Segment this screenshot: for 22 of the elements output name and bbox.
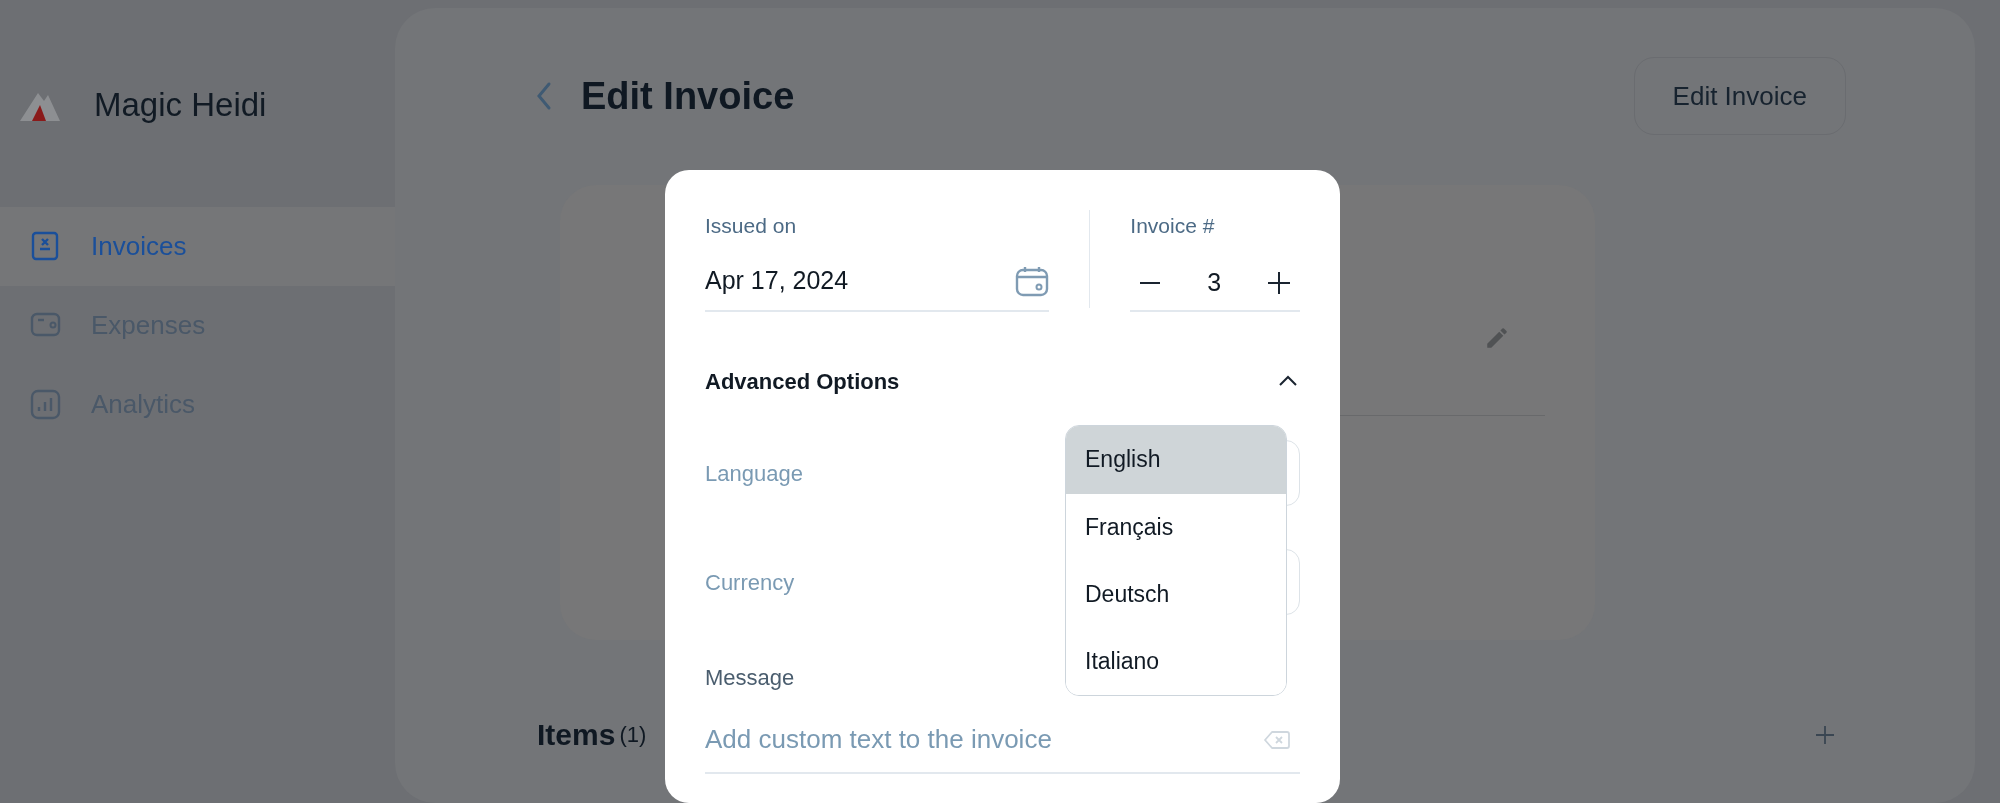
brand-name: Magic Heidi <box>94 85 267 126</box>
invoice-receipt-icon <box>30 231 61 262</box>
clear-input-icon[interactable] <box>1264 729 1290 750</box>
invoice-number-label: Invoice # <box>1130 213 1216 239</box>
invoice-number-value[interactable]: 3 <box>1207 263 1222 302</box>
pencil-icon[interactable] <box>1484 325 1510 351</box>
advanced-options-toggle[interactable]: Advanced Options <box>705 364 1300 398</box>
minus-icon[interactable] <box>1140 280 1161 285</box>
date-field[interactable]: Apr 17, 2024 <box>705 255 1050 312</box>
field-label: Currency <box>705 568 795 597</box>
bar-chart-icon <box>30 389 61 420</box>
items-heading: Items <box>537 717 616 753</box>
add-icon[interactable] <box>1815 724 1835 745</box>
plus-icon[interactable] <box>1268 271 1290 294</box>
calendar-icon[interactable] <box>1015 264 1050 297</box>
field-label: Language <box>705 459 803 488</box>
items-count: (1) <box>619 721 647 749</box>
dropdown-option[interactable]: English <box>1066 425 1286 494</box>
message-input[interactable]: Add custom text to the invoice <box>705 720 1264 759</box>
back-chevron-icon[interactable] <box>535 81 553 111</box>
issued-on-label: Issued on <box>705 213 798 239</box>
page-title: Edit Invoice <box>581 73 795 119</box>
